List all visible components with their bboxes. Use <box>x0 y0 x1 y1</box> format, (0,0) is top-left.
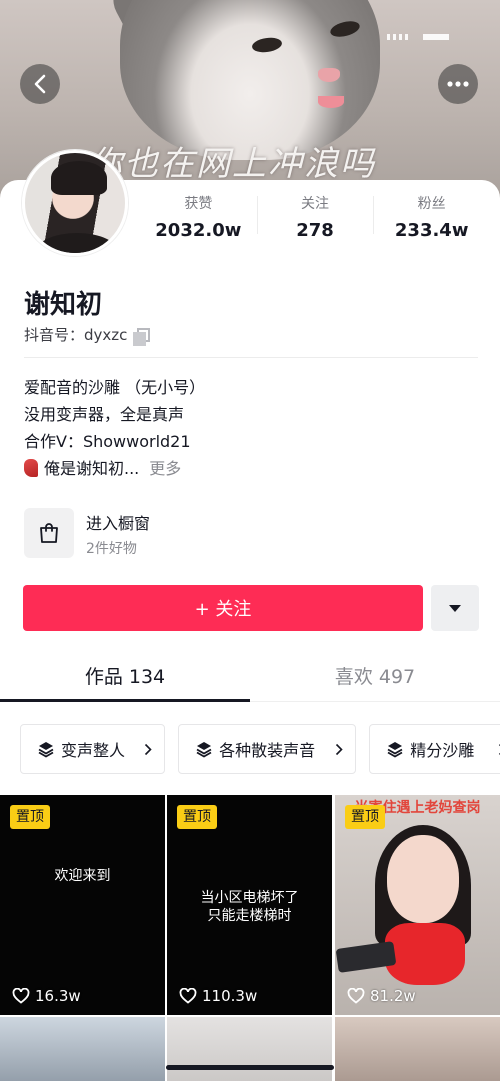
triangle-down-icon <box>449 604 461 612</box>
stat-following[interactable]: 关注 278 <box>256 192 374 246</box>
video-thumbnail-scarf <box>385 923 465 985</box>
shop-window-entry[interactable]: 进入橱窗 2件好物 <box>24 508 324 562</box>
video-thumbnail-face <box>387 835 459 923</box>
pinned-badge: 置顶 <box>10 805 50 829</box>
shop-title: 进入橱窗 <box>86 514 151 533</box>
profile-name: 谢知初 <box>24 290 103 320</box>
video-likes-count: 110.3w <box>202 987 258 1005</box>
bio-line-text: 俺是谢知初... <box>44 459 140 478</box>
home-indicator[interactable] <box>166 1065 334 1070</box>
heart-icon <box>179 988 197 1004</box>
stack-icon <box>38 742 54 758</box>
video-tile[interactable]: 置顶 当小区电梯坏了 只能走楼梯时 110.3w <box>167 795 332 1015</box>
stack-icon <box>387 742 403 758</box>
back-arrow-icon <box>34 74 46 94</box>
more-options-button[interactable] <box>438 64 478 104</box>
collection-chip-label: 变声整人 <box>61 741 126 760</box>
avatar-hair <box>51 161 107 195</box>
stat-label: 获赞 <box>184 196 213 212</box>
heart-icon <box>12 988 30 1004</box>
bio-line: 合作V：Showworld21 <box>24 432 191 451</box>
bio-line: 爱配音的沙雕 （无小号） <box>24 378 206 397</box>
follow-button[interactable]: + 关注 <box>23 585 423 631</box>
video-grid: 置顶 欢迎来到 16.3w 置顶 当小区电梯坏了 只能走楼梯时 110.3w 当… <box>0 795 500 1081</box>
video-tile[interactable] <box>167 1017 332 1081</box>
avatar[interactable] <box>22 150 128 256</box>
shopping-bag-icon <box>40 523 58 543</box>
tab-underline <box>0 699 250 702</box>
collection-chip[interactable]: 各种散装声音 <box>178 724 357 774</box>
douyin-id-row[interactable]: 抖音号：dyxzc <box>24 324 151 346</box>
pinned-badge: 置顶 <box>177 805 217 829</box>
collections-row: 变声整人 各种散装声音 精分沙雕 <box>20 724 500 774</box>
video-likes: 16.3w <box>12 987 81 1005</box>
battery-icon <box>423 34 449 40</box>
bio: 爱配音的沙雕 （无小号） 没用变声器，全是真声 合作V：Showworld21 … <box>24 374 205 482</box>
copy-icon[interactable] <box>133 327 151 346</box>
stat-value: 278 <box>296 220 334 241</box>
stack-icon <box>196 742 212 758</box>
video-likes: 110.3w <box>179 987 257 1005</box>
video-likes-count: 16.3w <box>35 987 81 1005</box>
cover-cat-nose <box>318 68 340 82</box>
collection-chip[interactable]: 变声整人 <box>20 724 165 774</box>
video-overlay-text: 只能走楼梯时 <box>207 908 292 924</box>
video-tile[interactable] <box>0 1017 165 1081</box>
divider <box>24 357 478 358</box>
video-tile[interactable] <box>335 1017 500 1081</box>
shop-subtitle: 2件好物 <box>86 541 137 557</box>
douyin-id: 抖音号：dyxzc <box>24 326 128 344</box>
video-tile[interactable]: 置顶 欢迎来到 16.3w <box>0 795 165 1015</box>
cover-caption: 你也在网上冲浪吗 <box>88 144 376 184</box>
more-dots-icon <box>447 81 469 87</box>
avatar-shoulder <box>35 233 119 253</box>
cover-cat-tongue <box>318 96 344 108</box>
signal-icon <box>387 34 411 40</box>
stat-likes[interactable]: 获赞 2032.0w <box>140 192 257 246</box>
content-tabs: 作品 134 喜欢 497 <box>0 654 500 702</box>
pinned-badge: 置顶 <box>345 805 385 829</box>
bio-line: 没用变声器，全是真声 <box>24 405 185 424</box>
video-likes-count: 81.2w <box>370 987 416 1005</box>
video-overlay-text: 欢迎来到 <box>54 868 111 884</box>
video-overlay-text: 当小区电梯坏了 <box>200 890 299 906</box>
bio-more-link[interactable]: 更多 <box>149 459 181 478</box>
heart-icon <box>347 988 365 1004</box>
back-button[interactable] <box>20 64 60 104</box>
collection-chip[interactable]: 精分沙雕 <box>369 724 500 774</box>
scarf-emoji-icon <box>24 459 38 477</box>
profile-stats: 获赞 2032.0w 关注 278 粉丝 233.4w <box>140 192 490 246</box>
chevron-right-icon <box>336 743 343 755</box>
stat-value: 233.4w <box>394 220 469 241</box>
video-likes: 81.2w <box>347 987 416 1005</box>
bio-line-last: 俺是谢知初... 更多 <box>24 455 205 482</box>
collection-chip-label: 精分沙雕 <box>410 741 475 760</box>
stat-followers[interactable]: 粉丝 233.4w <box>373 192 490 246</box>
stat-value: 2032.0w <box>155 220 242 241</box>
recommend-dropdown-button[interactable] <box>431 585 479 631</box>
chevron-right-icon <box>144 743 152 755</box>
stat-label: 关注 <box>301 196 329 212</box>
collection-chip-label: 各种散装声音 <box>219 741 316 760</box>
stat-label: 粉丝 <box>417 196 446 212</box>
tab-likes[interactable]: 喜欢 497 <box>250 654 500 702</box>
shop-icon-box <box>24 508 74 558</box>
video-tile[interactable]: 当寄住遇上老妈查岗 置顶 81.2w <box>335 795 500 1015</box>
tab-works[interactable]: 作品 134 <box>0 654 250 702</box>
